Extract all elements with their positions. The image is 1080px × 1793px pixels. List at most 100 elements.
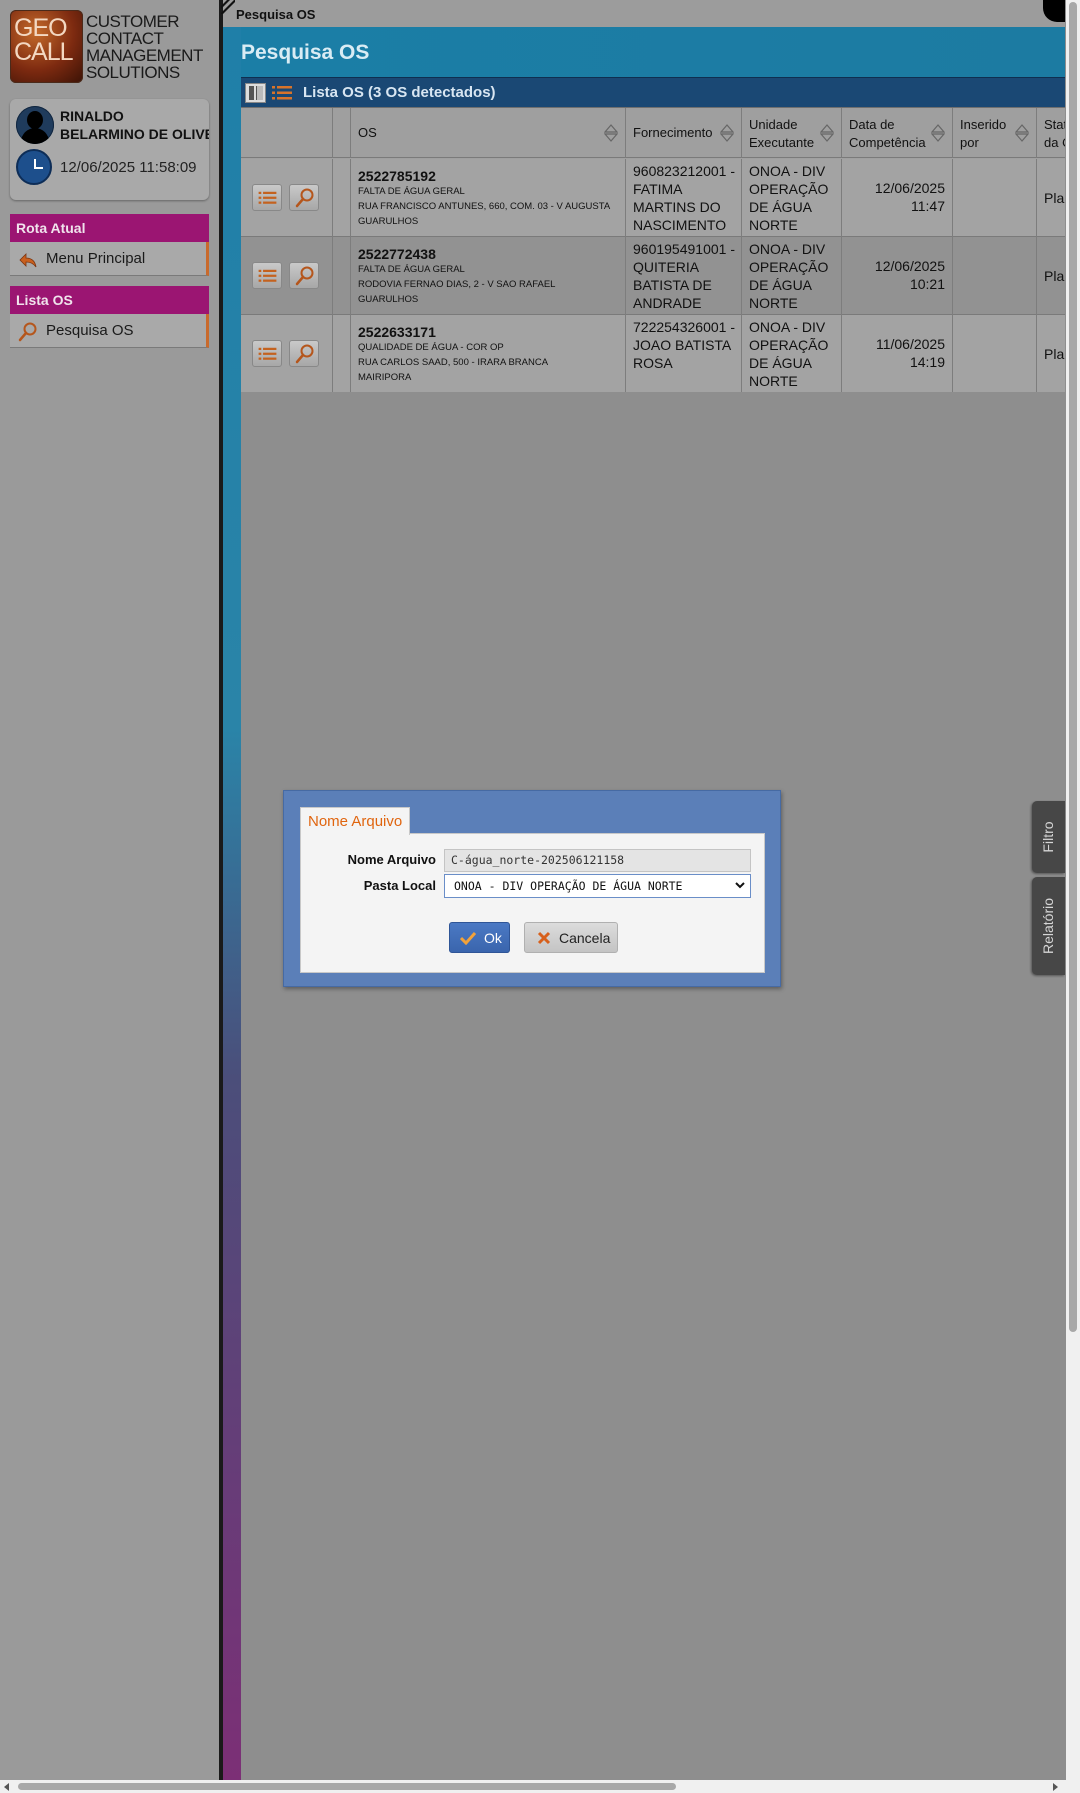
- report-tab-label: Relatório: [1040, 898, 1056, 954]
- details-button[interactable]: [252, 262, 282, 289]
- details-button[interactable]: [252, 184, 282, 211]
- filter-tab[interactable]: Filtro: [1032, 801, 1065, 873]
- horizontal-scrollbar[interactable]: [0, 1780, 1080, 1793]
- os-number: 2522772438: [358, 246, 436, 262]
- os-city: GUARULHOS: [358, 294, 419, 305]
- row-actions: [241, 237, 333, 315]
- column-header-actions: [241, 108, 333, 158]
- scroll-right-icon[interactable]: [1053, 1783, 1058, 1791]
- inserido-cell: [953, 159, 1037, 237]
- cancel-button-label: Cancela: [559, 930, 611, 946]
- column-header-label: Inserido por: [960, 117, 1007, 150]
- column-header-inserido[interactable]: Inserido por: [953, 108, 1037, 158]
- fornecimento-cell: 722254326001 - JOAO BATISTA ROSA: [626, 315, 742, 392]
- column-header-fornecimento[interactable]: Fornecimento: [626, 108, 742, 158]
- view-button[interactable]: [289, 340, 319, 367]
- sort-icon[interactable]: [1015, 124, 1029, 142]
- cancel-button[interactable]: Cancela: [524, 922, 618, 953]
- row-select[interactable]: [333, 315, 351, 392]
- list-icon: [258, 269, 277, 282]
- scroll-left-icon[interactable]: [4, 1783, 9, 1791]
- date-value: 12/06/2025: [874, 258, 945, 274]
- table-row[interactable]: 2522772438 FALTA DE ÁGUA GERAL RODOVIA F…: [241, 237, 1065, 315]
- row-select[interactable]: [333, 159, 351, 237]
- row-select[interactable]: [333, 237, 351, 315]
- filter-tab-label: Filtro: [1040, 821, 1056, 852]
- os-city: MAIRIPORA: [358, 372, 412, 383]
- sort-icon[interactable]: [720, 124, 734, 142]
- breadcrumb: Pesquisa OS: [236, 7, 316, 22]
- column-header-unidade[interactable]: Unidade Executante: [742, 108, 842, 158]
- column-header-select: [333, 108, 351, 158]
- nav-item-pesquisa-os[interactable]: Pesquisa OS: [10, 314, 209, 348]
- os-address: RUA FRANCISCO ANTUNES, 660, COM. 03 - V …: [358, 201, 611, 212]
- filename-label: Nome Arquivo: [347, 852, 436, 867]
- filename-dialog: Nome Arquivo C-água_norte-202506121158 P…: [283, 790, 781, 987]
- nav-item-menu-principal[interactable]: Menu Principal: [10, 242, 209, 276]
- filename-input[interactable]: C-água_norte-202506121158: [444, 849, 751, 872]
- os-address: RODOVIA FERNAO DIAS, 2 - V SAO RAFAEL: [358, 279, 556, 290]
- details-button[interactable]: [252, 340, 282, 367]
- unidade-cell: ONOA - DIV OPERAÇÃO DE ÁGUA NORTE: [742, 315, 842, 392]
- inserido-cell: [953, 315, 1037, 392]
- column-header-os[interactable]: OS: [351, 108, 626, 158]
- folder-select[interactable]: ONOA - DIV OPERAÇÃO DE ÁGUA NORTE: [444, 874, 751, 898]
- sort-icon[interactable]: [604, 124, 618, 142]
- logo-tagline-line: CONTACT: [86, 29, 164, 48]
- user-name-line: BELARMINO DE OLIVEI: [60, 126, 209, 142]
- accent-strip: [223, 27, 241, 1780]
- view-button[interactable]: [289, 184, 319, 211]
- logo-mark-line: CALL: [14, 38, 74, 66]
- vertical-scrollbar[interactable]: [1066, 0, 1080, 1780]
- logo-tagline: CUSTOMER CONTACT MANAGEMENT SOLUTIONS: [86, 13, 203, 81]
- os-type: QUALIDADE DE ÁGUA - COR OP: [358, 342, 504, 353]
- os-cell: 2522633171 QUALIDADE DE ÁGUA - COR OP RU…: [351, 315, 626, 392]
- unidade-text: ONOA - DIV OPERAÇÃO DE ÁGUA NORTE: [749, 163, 829, 233]
- os-city: GUARULHOS: [358, 216, 419, 227]
- table-header-row: OS Fornecimento Unidade Executante Data …: [241, 108, 1065, 158]
- os-cell: 2522772438 FALTA DE ÁGUA GERAL RODOVIA F…: [351, 237, 626, 315]
- collapse-handle-icon[interactable]: [221, 0, 235, 14]
- list-title-bar: Lista OS (3 OS detectados): [241, 77, 1065, 107]
- panel-toggle-icon[interactable]: [245, 83, 266, 103]
- fornecimento-cell: 960823212001 - FATIMA MARTINS DO NASCIME…: [626, 159, 742, 237]
- status-cell: Planeja: [1037, 315, 1065, 392]
- inserido-cell: [953, 237, 1037, 315]
- data-text: 12/06/2025 11:47: [875, 179, 945, 215]
- column-header-data[interactable]: Data de Competência: [842, 108, 953, 158]
- list-icon: [258, 347, 277, 360]
- dialog-tab: Nome Arquivo: [300, 807, 411, 835]
- horizontal-scrollbar-thumb[interactable]: [18, 1783, 676, 1790]
- table-row[interactable]: 2522633171 QUALIDADE DE ÁGUA - COR OP RU…: [241, 315, 1065, 392]
- status-cell: Planeja: [1037, 237, 1065, 315]
- os-type: FALTA DE ÁGUA GERAL: [358, 186, 465, 197]
- top-bar: Pesquisa OS: [223, 0, 1065, 27]
- row-actions: [241, 315, 333, 392]
- magnifier-icon: [295, 344, 314, 364]
- sort-icon[interactable]: [931, 124, 945, 142]
- logo-tagline-line: MANAGEMENT: [86, 46, 203, 65]
- status-text: Planeja: [1044, 346, 1065, 362]
- magnifier-icon: [295, 188, 314, 208]
- data-text: 12/06/2025 10:21: [875, 257, 945, 293]
- os-number: 2522785192: [358, 168, 436, 184]
- list-icon: [258, 191, 277, 204]
- view-button[interactable]: [289, 262, 319, 289]
- column-header-label: Status da OS: [1044, 117, 1065, 150]
- column-header-label: Data de Competência: [849, 117, 926, 150]
- column-header-label: Unidade Executante: [749, 117, 815, 150]
- nav-group-rota-atual: Rota Atual Menu Principal: [10, 214, 209, 276]
- vertical-scrollbar-thumb[interactable]: [1069, 2, 1077, 1332]
- ok-button[interactable]: Ok: [449, 922, 510, 953]
- table-row[interactable]: 2522785192 FALTA DE ÁGUA GERAL RUA FRANC…: [241, 159, 1065, 237]
- filter-tab-text: Filtro: [1040, 821, 1056, 853]
- logo-tagline-line: SOLUTIONS: [86, 63, 180, 82]
- sort-icon[interactable]: [820, 124, 834, 142]
- dialog-body: Nome Arquivo C-água_norte-202506121158 P…: [300, 833, 765, 973]
- data-cell: 11/06/2025 14:19: [842, 315, 953, 392]
- clock-icon: [16, 149, 52, 185]
- row-actions: [241, 159, 333, 237]
- fornecimento-text: 960195491001 - QUITERIA BATISTA DE ANDRA…: [633, 241, 735, 311]
- report-tab[interactable]: Relatório: [1032, 877, 1065, 975]
- column-header-status[interactable]: Status da OS: [1037, 108, 1065, 158]
